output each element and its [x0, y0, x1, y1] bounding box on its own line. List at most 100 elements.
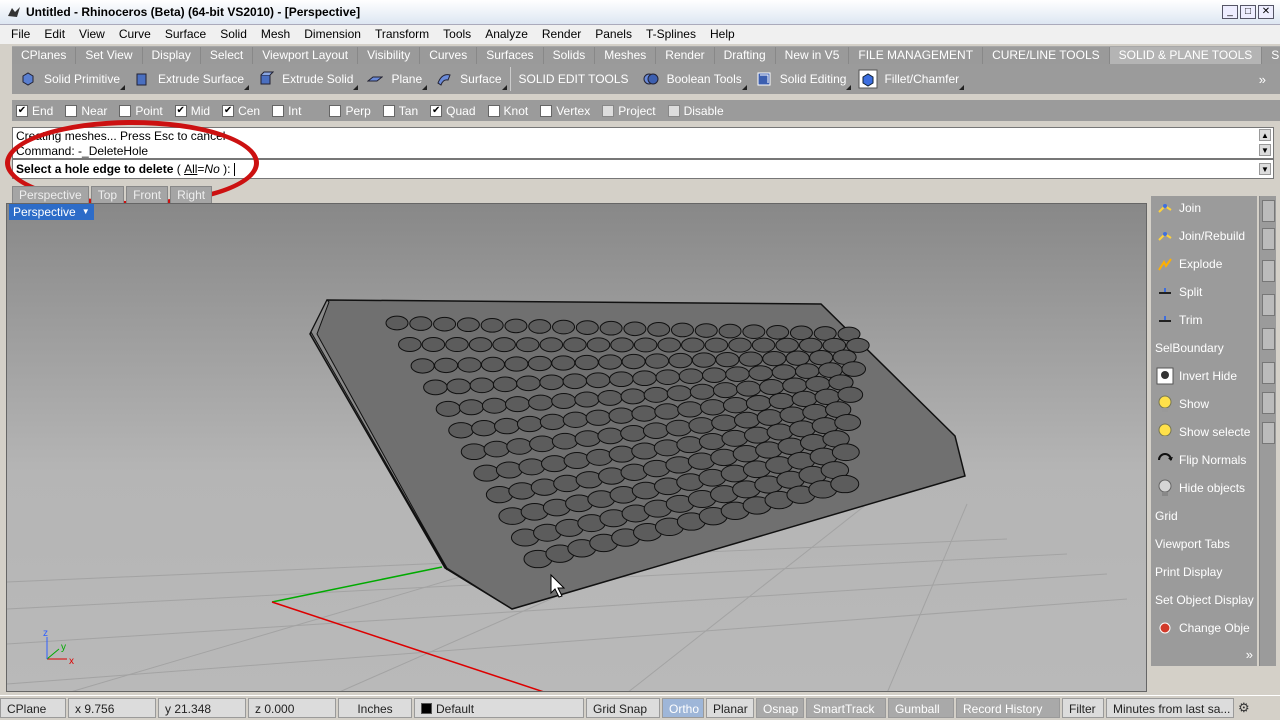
panel-hole[interactable]	[631, 442, 659, 460]
menu-tsplines[interactable]: T-Splines	[639, 25, 703, 44]
panel-hole[interactable]	[515, 337, 540, 353]
tab-set-view[interactable]: Set View	[76, 47, 143, 64]
panel-hole[interactable]	[837, 386, 864, 403]
osnap-knot-checkbox[interactable]	[487, 104, 500, 117]
panel-hole[interactable]	[473, 464, 501, 482]
panel-hole[interactable]	[433, 316, 457, 332]
menu-help[interactable]: Help	[703, 25, 742, 44]
panel-hole[interactable]	[694, 323, 718, 338]
panel-hole[interactable]	[575, 320, 599, 335]
panel-hole[interactable]	[528, 319, 552, 334]
perspective-viewport[interactable]: x y z Perspective ▼	[6, 203, 1147, 692]
panel-hole[interactable]	[385, 315, 409, 331]
panel-hole[interactable]	[691, 352, 716, 368]
settings-gear-icon[interactable]: ⚙	[1238, 700, 1250, 716]
panel-hole[interactable]	[529, 435, 556, 453]
close-button[interactable]: ✕	[1258, 5, 1274, 19]
menu-dimension[interactable]: Dimension	[297, 25, 368, 44]
grid-snap-toggle[interactable]: Grid Snap	[586, 698, 660, 718]
osnap-perp[interactable]: Perp	[329, 104, 371, 118]
panel-hole[interactable]	[527, 355, 552, 372]
panel-hole[interactable]	[771, 364, 797, 380]
osnap-near[interactable]: Near	[65, 104, 107, 118]
strip-tool-8-icon[interactable]	[1262, 422, 1275, 444]
panel-hole[interactable]	[551, 432, 579, 450]
panel-hole[interactable]	[434, 357, 459, 374]
grid-button[interactable]: Grid	[1155, 505, 1178, 527]
menu-panels[interactable]: Panels	[588, 25, 639, 44]
panel-hole[interactable]	[460, 443, 488, 461]
tab-curves[interactable]: Curves	[420, 47, 478, 64]
solid-editing-button[interactable]: Solid Editing	[748, 65, 853, 93]
menu-render[interactable]: Render	[535, 25, 588, 44]
panel-hole[interactable]	[539, 413, 566, 431]
panel-hole[interactable]	[681, 337, 705, 353]
panel-hole[interactable]	[506, 438, 533, 455]
panel-hole[interactable]	[468, 337, 493, 353]
panel-hole[interactable]	[480, 356, 506, 373]
menu-edit[interactable]: Edit	[37, 25, 72, 44]
osnap-cen-checkbox[interactable]: ✔	[222, 104, 235, 117]
maximize-button[interactable]: □	[1240, 5, 1256, 19]
tab-surfaces[interactable]: Surfaces	[477, 47, 544, 64]
panel-hole[interactable]	[718, 323, 742, 339]
tab-cure-line-tools[interactable]: CURE/LINE TOOLS	[983, 47, 1110, 64]
tab-cplanes[interactable]: CPlanes	[12, 47, 77, 64]
selboundary-button[interactable]: SelBoundary	[1155, 337, 1224, 359]
panel-hole[interactable]	[597, 427, 624, 445]
panel-hole[interactable]	[766, 423, 794, 441]
panel-hole[interactable]	[766, 324, 790, 340]
panel-hole[interactable]	[423, 379, 448, 396]
osnap-near-checkbox[interactable]	[65, 104, 78, 117]
panel-hole[interactable]	[585, 372, 611, 389]
prompt-option-all[interactable]: All	[184, 161, 197, 178]
panel-hole[interactable]	[676, 436, 704, 454]
panel-hole[interactable]	[469, 377, 495, 394]
panel-hole[interactable]	[654, 403, 681, 420]
tab-solid-plane-tools[interactable]: SOLID & PLANE TOOLS	[1109, 47, 1263, 64]
strip-tool-3-icon[interactable]	[1262, 260, 1275, 282]
solid-edit-tools-label-group[interactable]: SOLID EDIT TOOLS	[513, 65, 635, 93]
panel-hole[interactable]	[798, 337, 823, 353]
osnap-mid[interactable]: ✔ Mid	[174, 104, 210, 118]
prompt-dropdown-icon[interactable]: ▼	[1259, 163, 1271, 175]
menu-solid[interactable]: Solid	[213, 25, 254, 44]
change-object-button[interactable]: Change Obje	[1155, 617, 1250, 639]
panel-hole[interactable]	[585, 409, 612, 426]
panel-hole[interactable]	[421, 337, 446, 352]
panel-hole[interactable]	[712, 382, 739, 399]
panel-hole[interactable]	[539, 337, 564, 353]
panel-hole[interactable]	[540, 455, 568, 473]
panel-hole[interactable]	[494, 417, 520, 435]
record-history-toggle[interactable]: Record History	[956, 698, 1060, 718]
tab-perspective[interactable]: Perspective	[12, 186, 89, 203]
ortho-toggle[interactable]: Ortho	[662, 698, 704, 718]
tab-new-in-v5[interactable]: New in V5	[775, 47, 850, 64]
panel-hole[interactable]	[458, 399, 484, 416]
viewport-menu-chevron-down-icon[interactable]: ▼	[82, 204, 90, 220]
strip-tool-1-icon[interactable]	[1262, 200, 1275, 222]
panel-hole[interactable]	[704, 337, 729, 353]
panel-hole[interactable]	[586, 337, 611, 353]
panel-hole[interactable]	[586, 448, 613, 466]
panel-hole[interactable]	[643, 386, 669, 403]
tab-surf[interactable]: SURF	[1262, 47, 1280, 64]
viewport-title-perspective[interactable]: Perspective ▼	[9, 204, 94, 220]
panel-hole[interactable]	[562, 411, 589, 428]
menu-tools[interactable]: Tools	[436, 25, 478, 44]
panel-hole[interactable]	[495, 461, 523, 479]
extrude-surface-button[interactable]: Extrude Surface	[126, 65, 250, 93]
tab-display[interactable]: Display	[142, 47, 201, 64]
panel-hole[interactable]	[742, 324, 766, 340]
tab-drafting[interactable]: Drafting	[714, 47, 776, 64]
menu-mesh[interactable]: Mesh	[254, 25, 297, 44]
print-display-button[interactable]: Print Display	[1155, 561, 1222, 583]
panel-hole[interactable]	[563, 337, 587, 353]
tab-top[interactable]: Top	[90, 186, 125, 203]
panel-hole[interactable]	[481, 397, 508, 414]
strip-tool-2-icon[interactable]	[1262, 228, 1275, 250]
trim-button[interactable]: Trim	[1155, 309, 1203, 331]
panel-hole[interactable]	[633, 337, 658, 353]
gumball-toggle[interactable]: Gumball	[888, 698, 954, 718]
panel-hole[interactable]	[539, 374, 564, 391]
